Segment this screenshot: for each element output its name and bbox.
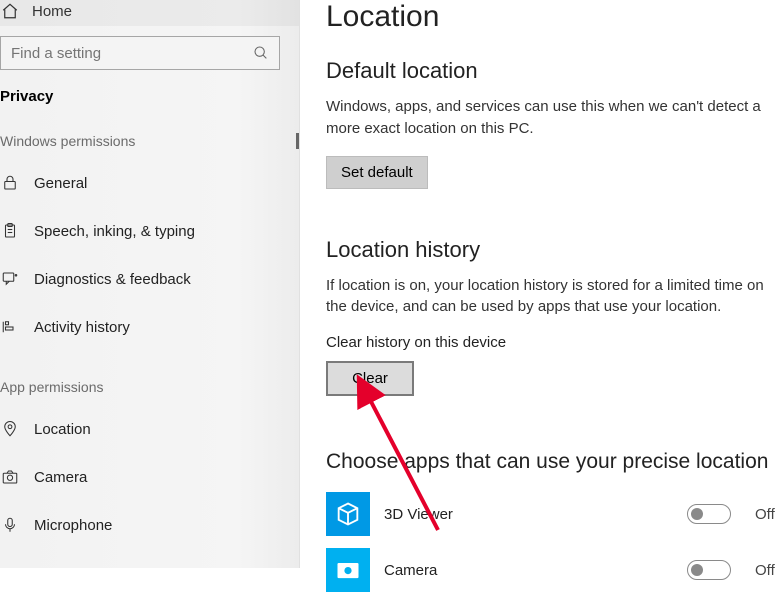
main-content: Location Default location Windows, apps,… bbox=[326, 0, 777, 568]
search-icon bbox=[253, 45, 269, 61]
sidebar-item-diagnostics[interactable]: Diagnostics & feedback bbox=[0, 255, 299, 303]
clipboard-icon bbox=[0, 222, 20, 240]
default-location-desc: Windows, apps, and services can use this… bbox=[326, 96, 777, 140]
search-input[interactable] bbox=[11, 45, 241, 62]
clear-button[interactable]: Clear bbox=[326, 361, 414, 396]
sidebar-item-label: Microphone bbox=[34, 517, 112, 534]
toggle-state: Off bbox=[755, 506, 777, 523]
sidebar-item-microphone[interactable]: Microphone bbox=[0, 501, 299, 549]
feedback-icon bbox=[0, 270, 20, 288]
page-title: Location bbox=[326, 0, 777, 34]
default-location-heading: Default location bbox=[326, 58, 777, 84]
app-icon-camera bbox=[326, 548, 370, 592]
activity-icon bbox=[0, 318, 20, 336]
toggle-3d-viewer[interactable] bbox=[687, 504, 731, 524]
app-row-camera: Camera Off bbox=[326, 542, 777, 598]
sidebar-item-location[interactable]: Location bbox=[0, 405, 299, 453]
sidebar-item-label: Diagnostics & feedback bbox=[34, 271, 191, 288]
sidebar-item-label: General bbox=[34, 175, 87, 192]
category-app-permissions: App permissions bbox=[0, 379, 299, 395]
camera-icon bbox=[0, 468, 20, 486]
clear-history-label: Clear history on this device bbox=[326, 334, 777, 351]
sidebar-home[interactable]: Home bbox=[0, 0, 299, 26]
sidebar-item-label: Location bbox=[34, 421, 91, 438]
sidebar-item-camera[interactable]: Camera bbox=[0, 453, 299, 501]
toggle-state: Off bbox=[755, 562, 777, 579]
location-icon bbox=[0, 420, 20, 438]
sidebar-item-label: Activity history bbox=[34, 319, 130, 336]
app-name: Camera bbox=[384, 562, 673, 579]
location-history-desc: If location is on, your location history… bbox=[326, 275, 777, 319]
app-row-3d-viewer: 3D Viewer Off bbox=[326, 486, 777, 542]
sidebar-item-label: Speech, inking, & typing bbox=[34, 223, 195, 240]
sidebar-item-speech[interactable]: Speech, inking, & typing bbox=[0, 207, 299, 255]
sidebar-home-label: Home bbox=[32, 3, 72, 20]
set-default-button[interactable]: Set default bbox=[326, 156, 428, 189]
sidebar-item-activity[interactable]: Activity history bbox=[0, 303, 299, 351]
sidebar: Home Privacy Windows permissions General… bbox=[0, 0, 300, 568]
app-icon-3d-viewer bbox=[326, 492, 370, 536]
sidebar-item-label: Camera bbox=[34, 469, 87, 486]
choose-apps-heading: Choose apps that can use your precise lo… bbox=[326, 450, 777, 474]
app-name: 3D Viewer bbox=[384, 506, 673, 523]
privacy-header: Privacy bbox=[0, 88, 299, 105]
microphone-icon bbox=[0, 516, 20, 534]
search-input-container[interactable] bbox=[0, 36, 280, 70]
lock-icon bbox=[0, 174, 20, 192]
home-icon bbox=[0, 2, 20, 20]
sidebar-item-general[interactable]: General bbox=[0, 159, 299, 207]
category-windows-permissions: Windows permissions bbox=[0, 133, 299, 149]
location-history-heading: Location history bbox=[326, 237, 777, 263]
toggle-camera[interactable] bbox=[687, 560, 731, 580]
